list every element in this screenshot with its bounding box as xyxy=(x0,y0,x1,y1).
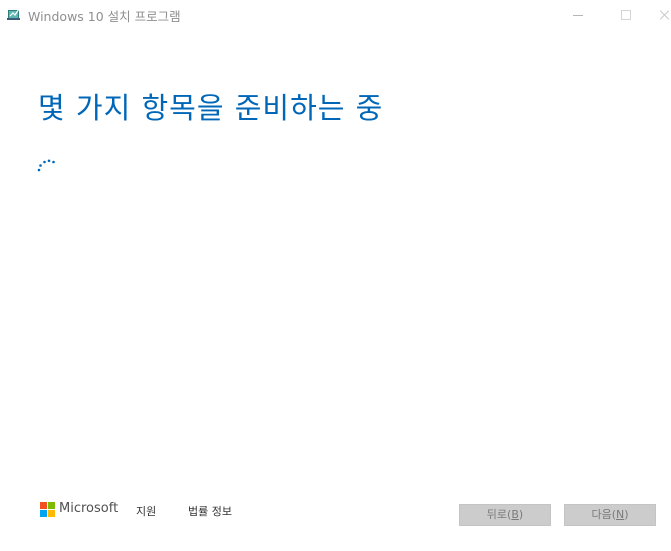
back-button-accel: B xyxy=(511,508,519,521)
legal-info-link[interactable]: 법률 정보 xyxy=(188,503,232,519)
minimize-button[interactable] xyxy=(555,0,603,30)
back-button-suffix: ) xyxy=(518,508,524,521)
page-title: 몇 가지 항목을 준비하는 중 xyxy=(38,91,384,126)
microsoft-logo-icon xyxy=(40,502,55,517)
back-button[interactable]: 뒤로(B) xyxy=(459,504,551,526)
loading-spinner-icon xyxy=(36,157,60,173)
next-button-label: 다음( xyxy=(591,508,616,521)
window-controls xyxy=(555,0,671,30)
microsoft-brand-text: Microsoft xyxy=(59,501,119,516)
next-button-accel: N xyxy=(616,508,625,521)
title-bar[interactable]: Windows 10 설치 프로그램 xyxy=(0,0,671,30)
maximize-button[interactable] xyxy=(603,0,651,30)
window-title: Windows 10 설치 프로그램 xyxy=(28,9,181,24)
next-button[interactable]: 다음(N) xyxy=(564,504,656,526)
setup-window: Windows 10 설치 프로그램 몇 가지 항목을 준비하는 중 Micro… xyxy=(0,0,671,551)
back-button-label: 뒤로( xyxy=(486,508,512,521)
support-link[interactable]: 지원 xyxy=(136,503,156,519)
footer: Microsoft 지원 법률 정보 뒤로(B) 다음(N) xyxy=(0,498,671,538)
setup-app-icon xyxy=(7,6,21,20)
next-button-suffix: ) xyxy=(624,508,629,521)
close-button[interactable] xyxy=(651,0,671,30)
